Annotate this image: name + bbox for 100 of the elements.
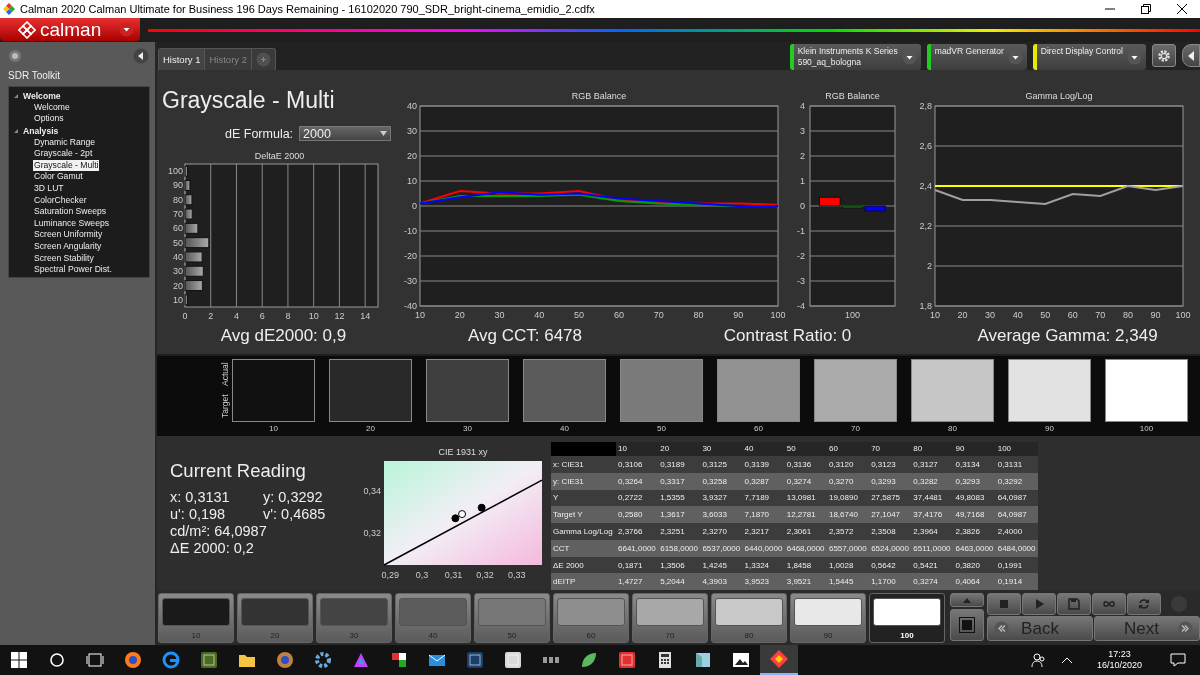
axis-label: 1 <box>800 176 805 186</box>
save-button[interactable] <box>1057 593 1091 616</box>
axis-label: 70 <box>1095 310 1106 320</box>
start-icon[interactable] <box>11 652 27 668</box>
play-button[interactable] <box>1022 593 1056 616</box>
axis-label: 70 <box>173 209 183 220</box>
chevron-up-icon[interactable] <box>1060 656 1073 664</box>
close-icon[interactable] <box>1176 3 1188 15</box>
tree-item[interactable]: Dynamic Range <box>33 136 97 148</box>
back-arrow-button[interactable] <box>1182 44 1200 67</box>
stop-button[interactable] <box>987 593 1021 616</box>
axis-label: 70 <box>653 310 664 320</box>
axis-label: 90 <box>173 180 183 191</box>
axis-label: 60 <box>1067 310 1078 320</box>
table-cell: 0,1914 <box>995 573 1038 591</box>
patch-button[interactable]: 100 <box>869 593 945 644</box>
tree-item[interactable]: Saturation Sweeps <box>33 206 108 218</box>
loop-button[interactable] <box>1092 593 1126 616</box>
search-icon[interactable] <box>49 652 65 668</box>
pattern-stop-button[interactable] <box>950 609 984 642</box>
bar <box>184 165 189 177</box>
row-header: Gamma Log/Log <box>551 523 616 540</box>
task-view-icon[interactable] <box>86 652 104 668</box>
tree-group[interactable]: Welcome <box>23 90 61 101</box>
column-header: 40 <box>742 441 785 457</box>
table-cell: 64,0987 <box>995 506 1038 524</box>
add-tab-button[interactable] <box>255 52 271 67</box>
app-menu-button[interactable]: calman <box>0 18 140 41</box>
tree-item[interactable]: Options <box>33 113 65 125</box>
tree-item[interactable]: 3D LUT <box>33 183 65 195</box>
axis-label: 2,6 <box>919 141 932 151</box>
table-cell: 0,3125 <box>700 456 743 473</box>
axis-label: -3 <box>797 276 805 286</box>
axis-label: -1 <box>797 226 805 236</box>
chart-title: DeltaE 2000 <box>254 151 305 161</box>
table-cell: 4,3903 <box>700 573 743 591</box>
tree-item[interactable]: Luminance Sweeps <box>33 217 110 229</box>
reading-value: ΔE 2000: 0,2 <box>170 539 255 556</box>
patch-label: 100 <box>1139 424 1154 433</box>
people-icon[interactable] <box>1030 652 1047 668</box>
axis-label: -2 <box>797 251 805 261</box>
tree-item[interactable]: Screen Stability <box>33 252 95 264</box>
device-dropdown[interactable]: Klein Instruments K Series 590_aq_bologna <box>789 44 921 70</box>
table-cell: 2,3826 <box>953 523 996 540</box>
bar <box>184 237 210 249</box>
table-cell: 0,3134 <box>953 456 996 473</box>
history-tab[interactable]: History 1 <box>159 49 206 70</box>
caret-icon <box>119 22 134 37</box>
data-point <box>451 514 460 523</box>
data-point <box>477 503 486 512</box>
axis-label: 90 <box>1150 310 1161 320</box>
column-header: 100 <box>995 441 1038 457</box>
restore-icon[interactable] <box>1140 3 1152 15</box>
table-cell: 1,5445 <box>826 573 870 591</box>
patch-label: 80 <box>948 424 957 433</box>
axis-label: -40 <box>404 301 417 311</box>
tree-item[interactable]: Grayscale - 2pt <box>33 148 94 160</box>
expanded-icon[interactable] <box>13 92 19 99</box>
table-cell: 0,3123 <box>869 456 912 473</box>
table-cell: 7,1870 <box>742 506 785 524</box>
table-cell: 0,3106 <box>616 456 659 473</box>
window-title: Calman 2020 Calman Ultimate for Business 196 Days Remaining - 16102020 790_SDR_bright-cinema_emidio_2.cdfx <box>20 3 595 15</box>
tree-item[interactable]: Welcome <box>33 101 71 113</box>
tree-item[interactable]: Spectral Power Dist. <box>33 264 113 276</box>
app-icon <box>3 3 15 15</box>
column-header: 60 <box>826 441 870 457</box>
table-cell: 49,7168 <box>953 506 996 524</box>
tree-item[interactable]: Screen Uniformity <box>33 229 104 241</box>
tree-item[interactable]: Grayscale - Multi <box>33 159 100 171</box>
axis-label: -30 <box>404 276 417 286</box>
table-cell: 5,2044 <box>658 573 701 591</box>
expand-button[interactable] <box>950 593 984 608</box>
axis-label: 14 <box>360 311 371 321</box>
round-button[interactable] <box>8 49 22 63</box>
axis-label: 80 <box>173 194 183 205</box>
refresh-button[interactable] <box>1127 593 1161 616</box>
table-cell: 2,3766 <box>616 523 659 540</box>
tree-item[interactable]: Color Gamut <box>33 171 84 183</box>
axis-label: 0,29 <box>381 569 400 580</box>
bar <box>184 179 191 191</box>
table-cell: 3,6033 <box>700 506 743 524</box>
clock[interactable]: 17:23 16/10/2020 <box>1096 649 1142 671</box>
table-cell: 0,3139 <box>742 456 785 473</box>
summary-value: Average Gamma: 2,349 <box>976 326 1159 346</box>
axis-label: 20 <box>454 310 465 320</box>
notification-icon[interactable] <box>1170 652 1186 668</box>
table-cell: 2,4000 <box>995 523 1038 540</box>
table-cell: 2,3964 <box>911 523 954 540</box>
expanded-icon[interactable] <box>13 127 19 134</box>
field-label: dE Formula: <box>225 126 294 141</box>
device-dropdown[interactable]: Direct Display Control <box>1032 44 1146 70</box>
collapse-button[interactable] <box>133 48 149 64</box>
tree-item[interactable]: ColorChecker <box>33 194 88 206</box>
formula-dropdown[interactable]: 2000 <box>299 126 392 141</box>
device-dropdown[interactable]: madVR Generator <box>926 44 1027 70</box>
taskbar-button[interactable] <box>760 645 798 675</box>
tree-group[interactable]: Analysis <box>23 125 59 136</box>
settings-button[interactable] <box>1152 44 1176 67</box>
tree-item[interactable]: Screen Angularity <box>33 241 103 252</box>
bar <box>184 194 193 206</box>
